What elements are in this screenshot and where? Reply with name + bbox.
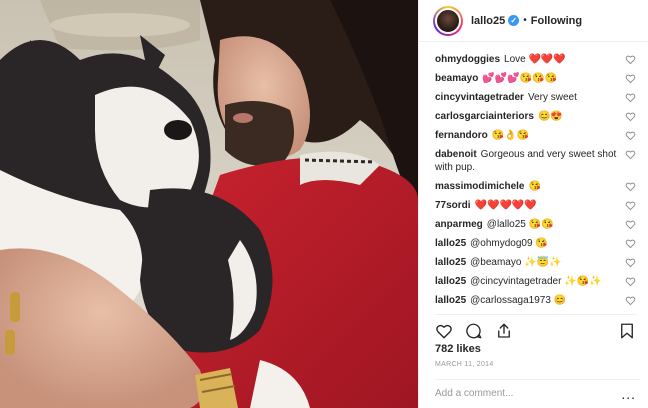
comment-like-heart-icon[interactable] xyxy=(625,111,636,122)
share-icon[interactable] xyxy=(495,322,513,340)
comment-list: ohmydoggies Love ❤️❤️❤️ beamayo 💕💕💕😘😘😘 cincy… xyxy=(435,53,640,310)
comment-item: lallo25 @beamayo ✨😇✨ xyxy=(435,256,640,269)
post-date[interactable]: MARCH 11, 2014 xyxy=(435,361,494,368)
comment-like-heart-icon[interactable] xyxy=(625,238,636,249)
comment-text: 😘 xyxy=(528,181,541,192)
comment-item: 77sordi ❤️❤️❤️❤️❤️ xyxy=(435,199,640,212)
comment-username[interactable]: lallo25 xyxy=(435,276,466,287)
comment-username[interactable]: carlosgarciainteriors xyxy=(435,111,534,122)
comment-like-heart-icon[interactable] xyxy=(625,276,636,287)
following-button[interactable]: Following xyxy=(531,15,582,27)
comment-like-heart-icon[interactable] xyxy=(625,92,636,103)
post-side-panel: lallo25 ✓ • Following ohmydoggies Love ❤️… xyxy=(418,0,648,408)
comment-text: @carlossaga1973 😊 xyxy=(470,295,567,306)
like-count[interactable]: 782 likes xyxy=(435,343,481,355)
heart-icon[interactable] xyxy=(435,322,453,340)
comment-username[interactable]: lallo25 xyxy=(435,295,466,306)
action-bar xyxy=(435,314,636,342)
add-comment-bar: Add a comment... ... xyxy=(435,379,640,407)
comment-username[interactable]: massimodimichele xyxy=(435,181,524,192)
comment-text: @lallo25 😘😘 xyxy=(486,219,554,230)
comment-item: cincyvintagetrader Very sweet xyxy=(435,91,640,104)
more-options-icon[interactable]: ... xyxy=(621,386,640,402)
comment-username[interactable]: anparmeg xyxy=(435,219,483,230)
verified-badge-icon: ✓ xyxy=(508,15,520,26)
comment-username[interactable]: lallo25 xyxy=(435,238,466,249)
comment-icon[interactable] xyxy=(465,322,483,340)
comment-username[interactable]: cincyvintagetrader xyxy=(435,92,524,103)
post-photo[interactable] xyxy=(0,0,418,408)
bookmark-icon[interactable] xyxy=(618,322,636,340)
comment-item: ohmydoggies Love ❤️❤️❤️ xyxy=(435,53,640,66)
comment-username[interactable]: 77sordi xyxy=(435,200,471,211)
comment-like-heart-icon[interactable] xyxy=(625,257,636,268)
comment-text: @ohmydog09 😘 xyxy=(470,238,548,249)
comment-text: @cincyvintagetrader ✨😘✨ xyxy=(470,276,602,287)
author-username[interactable]: lallo25 xyxy=(471,15,505,27)
add-comment-input[interactable]: Add a comment... xyxy=(435,388,513,399)
photo-illustration xyxy=(0,0,418,408)
comment-like-heart-icon[interactable] xyxy=(625,73,636,84)
comment-username[interactable]: beamayo xyxy=(435,73,478,84)
comment-like-heart-icon[interactable] xyxy=(625,149,636,160)
post-header: lallo25 ✓ • Following xyxy=(419,0,648,42)
comment-username[interactable]: lallo25 xyxy=(435,257,466,268)
comment-like-heart-icon[interactable] xyxy=(625,295,636,306)
comment-item: massimodimichele 😘 xyxy=(435,180,640,193)
instagram-post: lallo25 ✓ • Following ohmydoggies Love ❤️… xyxy=(0,0,648,408)
comment-like-heart-icon[interactable] xyxy=(625,54,636,65)
separator-dot: • xyxy=(523,15,527,26)
comment-item: lallo25 @cincyvintagetrader ✨😘✨ xyxy=(435,275,640,288)
comment-like-heart-icon[interactable] xyxy=(625,130,636,141)
comment-like-heart-icon[interactable] xyxy=(625,181,636,192)
comment-text: 😘👌😘 xyxy=(491,130,530,141)
comment-item: lallo25 @carlossaga1973 😊 xyxy=(435,294,640,307)
comment-text: 💕💕💕😘😘😘 xyxy=(482,73,558,84)
comment-username[interactable]: fernandoro xyxy=(435,130,488,141)
comment-text: Very sweet xyxy=(527,92,577,103)
comment-item: beamayo 💕💕💕😘😘😘 xyxy=(435,72,640,85)
avatar[interactable] xyxy=(433,5,463,36)
comment-like-heart-icon[interactable] xyxy=(625,200,636,211)
comment-text: @beamayo ✨😇✨ xyxy=(470,257,562,268)
comment-item: fernandoro 😘👌😘 xyxy=(435,129,640,142)
comment-text: 😊😍 xyxy=(537,111,563,122)
comment-text: Love ❤️❤️❤️ xyxy=(504,54,566,65)
comment-item: lallo25 @ohmydog09 😘 xyxy=(435,237,640,250)
comment-item: carlosgarciainteriors 😊😍 xyxy=(435,110,640,123)
comment-text: ❤️❤️❤️❤️❤️ xyxy=(474,200,537,211)
comment-item: anparmeg @lallo25 😘😘 xyxy=(435,218,640,231)
comment-username[interactable]: dabenoit xyxy=(435,149,477,160)
comment-username[interactable]: ohmydoggies xyxy=(435,54,500,65)
comment-like-heart-icon[interactable] xyxy=(625,219,636,230)
comment-item: dabenoit Gorgeous and very sweet shot wit… xyxy=(435,148,640,174)
